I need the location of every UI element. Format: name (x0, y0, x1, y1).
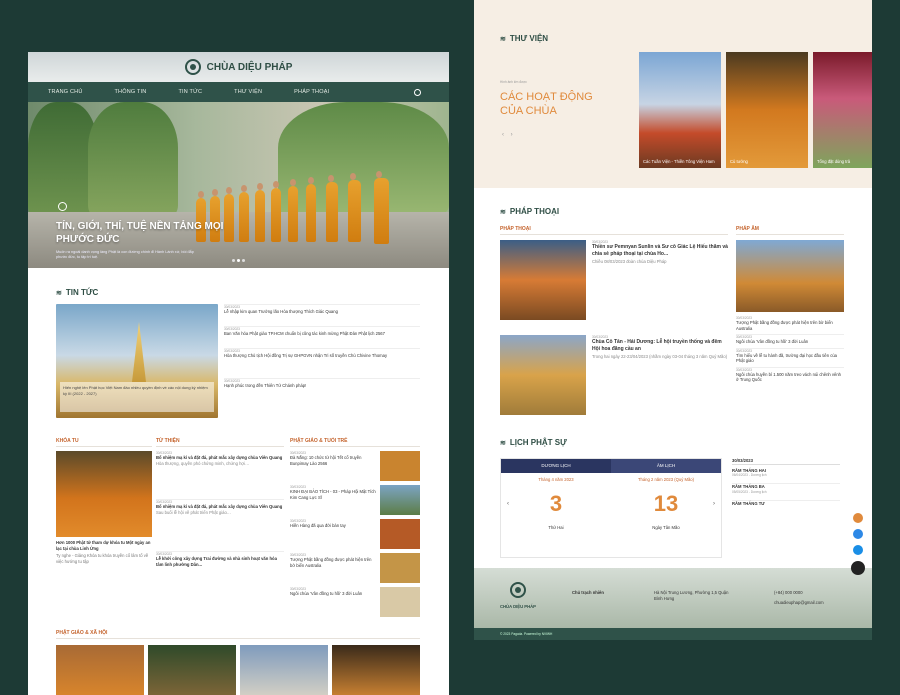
hero-subtitle: Muốn ra ngoài danh vọng làng Phật là con… (56, 250, 194, 259)
slider-arrows-icon[interactable]: ‹ › (502, 132, 513, 138)
news-list: 30/03/2023 Lễ nhập kim quan Trưởng lão Hò… (224, 304, 420, 396)
library-title: THƯ VIỆN (500, 34, 548, 43)
audio-tab[interactable]: PHÁP ÂM (736, 226, 844, 235)
prev-day-icon[interactable]: ‹ (507, 501, 509, 507)
library-heading: CÁC HOẠT ĐỘNG CỦA CHÙA (500, 91, 593, 117)
hero-title: TÍN, GIỚI, THÍ, TUỆ NỀN TẢNG MỌI PHƯỚC Đ… (56, 221, 224, 245)
date-select[interactable]: 30/03/2023 (732, 458, 840, 465)
society-thumb[interactable] (332, 645, 420, 695)
society-thumb[interactable] (56, 645, 144, 695)
messenger-icon[interactable] (853, 529, 863, 539)
hero-banner: TÍN, GIỚI, THÍ, TUỆ NỀN TẢNG MỌI PHƯỚC Đ… (28, 102, 449, 268)
youth-item[interactable]: Ngôi chùa 'Vân đồng tu hồi' 3 đời Luân (290, 591, 377, 597)
retreat-title[interactable]: KHÓA TU (56, 438, 152, 447)
retreat-column: KHÓA TU Hơn 1000 Phật tử tham dự khóa tu… (56, 438, 152, 564)
talk-item[interactable]: Thiền sư Pemnyan Sunlin và Sư cô Giác Lệ… (592, 244, 728, 257)
society-title[interactable]: PHẬT GIÁO & XÃ HỘI (56, 630, 420, 639)
audio-item[interactable]: Tìm hiểu về lễ tu hành đã, trường đại họ… (736, 353, 844, 364)
audio-item[interactable]: Tượng Phật bằng đồng được phát hiện trên… (736, 320, 844, 331)
youth-title[interactable]: PHẬT GIÁO & TUỔI TRẺ (290, 438, 420, 447)
nav-home[interactable]: TRANG CHỦ (48, 89, 83, 95)
talk-image[interactable] (500, 240, 586, 320)
audio-image[interactable] (736, 240, 844, 312)
nav-dharma-talks[interactable]: PHÁP THOẠI (294, 89, 329, 95)
solar-tab[interactable]: DƯƠNG LỊCH (501, 459, 611, 473)
news-item[interactable]: Lễ nhập kim quan Trưởng lão Hòa thượng T… (224, 309, 420, 315)
event-list: 30/03/2023 RẰM THÁNG HAI 06/04/2023 - Dư… (732, 458, 840, 506)
dharma-wheel-icon (58, 202, 67, 211)
youth-thumb[interactable] (380, 553, 420, 583)
talk-item[interactable]: Chùa Cô Tân - Hải Dương: Lễ hội truyền t… (592, 339, 728, 352)
copyright-bar: © 2023 Pagoda. Powered by NVIWH (474, 628, 872, 640)
footer-logo-icon[interactable] (510, 582, 526, 598)
youth-item[interactable]: Hiền Hàng đã qua đời bàn tay (290, 523, 377, 529)
society-section: PHẬT GIÁO & XÃ HỘI (56, 630, 420, 695)
back-to-top-icon[interactable] (851, 561, 865, 575)
nav-library[interactable]: THƯ VIỆN (234, 89, 262, 95)
site-header: CHÙA DIỆU PHÁP (28, 52, 449, 82)
lunar-tab[interactable]: ÂM LỊCH (611, 459, 721, 473)
nav-news[interactable]: TIN TỨC (178, 89, 202, 95)
next-day-icon[interactable]: › (713, 501, 715, 507)
youth-column: PHẬT GIÁO & TUỔI TRẺ 30/03/2023 Đà Nẵng: … (290, 438, 420, 617)
home-page-preview: CHÙA DIỆU PHÁP TRANG CHỦ THÔNG TIN TIN T… (28, 52, 449, 695)
library-card[interactable]: Các Tuần Viện - Thiền Tông Viện Ham (639, 52, 721, 168)
retreat-image[interactable] (56, 451, 152, 537)
library-card[interactable]: Tổng đặt dùng trả (813, 52, 872, 168)
society-thumb[interactable] (148, 645, 236, 695)
zalo-icon[interactable] (853, 545, 863, 555)
news-feature-caption[interactable]: Hiến nghệ lên Phật học Việt Nam đào nhiề… (63, 385, 211, 396)
lunar-day: 13 (653, 490, 679, 516)
talk-image[interactable] (500, 335, 586, 415)
retreat-story[interactable]: Hơn 1000 Phật tử tham dự khóa tu Một ngà… (56, 540, 152, 551)
audio-item[interactable]: Ngôi chùa 'Vân đồng tu hồi' 3 đời Luân (736, 339, 844, 345)
main-nav: TRANG CHỦ THÔNG TIN TIN TỨC THƯ VIỆN PHÁ… (28, 82, 449, 102)
charity-item[interactable]: Bổ nhiệm mạ kí và đặt đá, phát mắc xây d… (156, 455, 284, 461)
search-icon[interactable] (414, 88, 421, 96)
carousel-dots[interactable] (232, 259, 245, 262)
library-section: THƯ VIỆN Hình ảnh lớn được CÁC HOẠT ĐỘNG… (474, 0, 872, 188)
charity-column: TỪ THIỆN 30/03/2023 Bổ nhiệm mạ kí và đặt… (156, 438, 284, 601)
calendar-title: LỊCH PHẬT SỰ (500, 438, 567, 447)
news-item[interactable]: Ban Văn hóa Phật giáo TP.HCM chuẩn bị cô… (224, 331, 420, 337)
site-footer: CHÙA DIỆU PHÁP Chủ trạch nhiên Hà Nội Tr… (474, 568, 872, 628)
charity-item[interactable]: Lễ khởi công xây dựng Trai đường và nhà … (156, 556, 284, 567)
youth-thumb[interactable] (380, 451, 420, 481)
youth-item[interactable]: KINH ĐẠI BẢO TÍCH - 03 - Pháp Hội Mật Tí… (290, 489, 377, 500)
nav-info[interactable]: THÔNG TIN (115, 89, 147, 95)
youth-thumb[interactable] (380, 587, 420, 617)
news-feature-image[interactable]: Hiến nghệ lên Phật học Việt Nam đào nhiề… (56, 304, 218, 418)
phone-icon[interactable] (853, 513, 863, 523)
talks-tab[interactable]: PHÁP THOẠI (500, 226, 728, 235)
youth-thumb[interactable] (380, 485, 420, 515)
youth-item[interactable]: Tượng Phật bằng đồng được phát hiện trên… (290, 557, 377, 568)
lotus-logo-icon[interactable] (184, 59, 201, 75)
library-card[interactable]: Cù tướng (726, 52, 808, 168)
talks-title: PHÁP THOẠI (500, 207, 559, 216)
library-page-preview: THƯ VIỆN Hình ảnh lớn được CÁC HOẠT ĐỘNG… (474, 0, 872, 640)
site-name[interactable]: CHÙA DIỆU PHÁP (207, 62, 293, 73)
audio-item[interactable]: Ngôi chùa huyền bí 1.500 năm treo vách n… (736, 372, 844, 383)
charity-item[interactable]: Bổ nhiệm mạ kí và đặt đá, phát mắc xây d… (156, 504, 284, 510)
society-thumb[interactable] (240, 645, 328, 695)
charity-title[interactable]: TỪ THIỆN (156, 438, 284, 447)
solar-day: 3 (549, 490, 563, 516)
news-section-title: TIN TỨC (56, 288, 98, 297)
calendar-widget: DƯƠNG LỊCH ÂM LỊCH Tháng 4 năm 2023 3 Th… (500, 458, 722, 558)
youth-thumb[interactable] (380, 519, 420, 549)
news-item[interactable]: Hòa thượng Chủ tịch Hội đồng Trị sự GHPG… (224, 353, 420, 359)
youth-item[interactable]: Đà Nẵng: 10 chức từ hội Tết cổ truyền Bu… (290, 455, 377, 466)
news-item[interactable]: Hạnh phúc trong đền Thiên Tứ Chánh pháp! (224, 383, 420, 389)
